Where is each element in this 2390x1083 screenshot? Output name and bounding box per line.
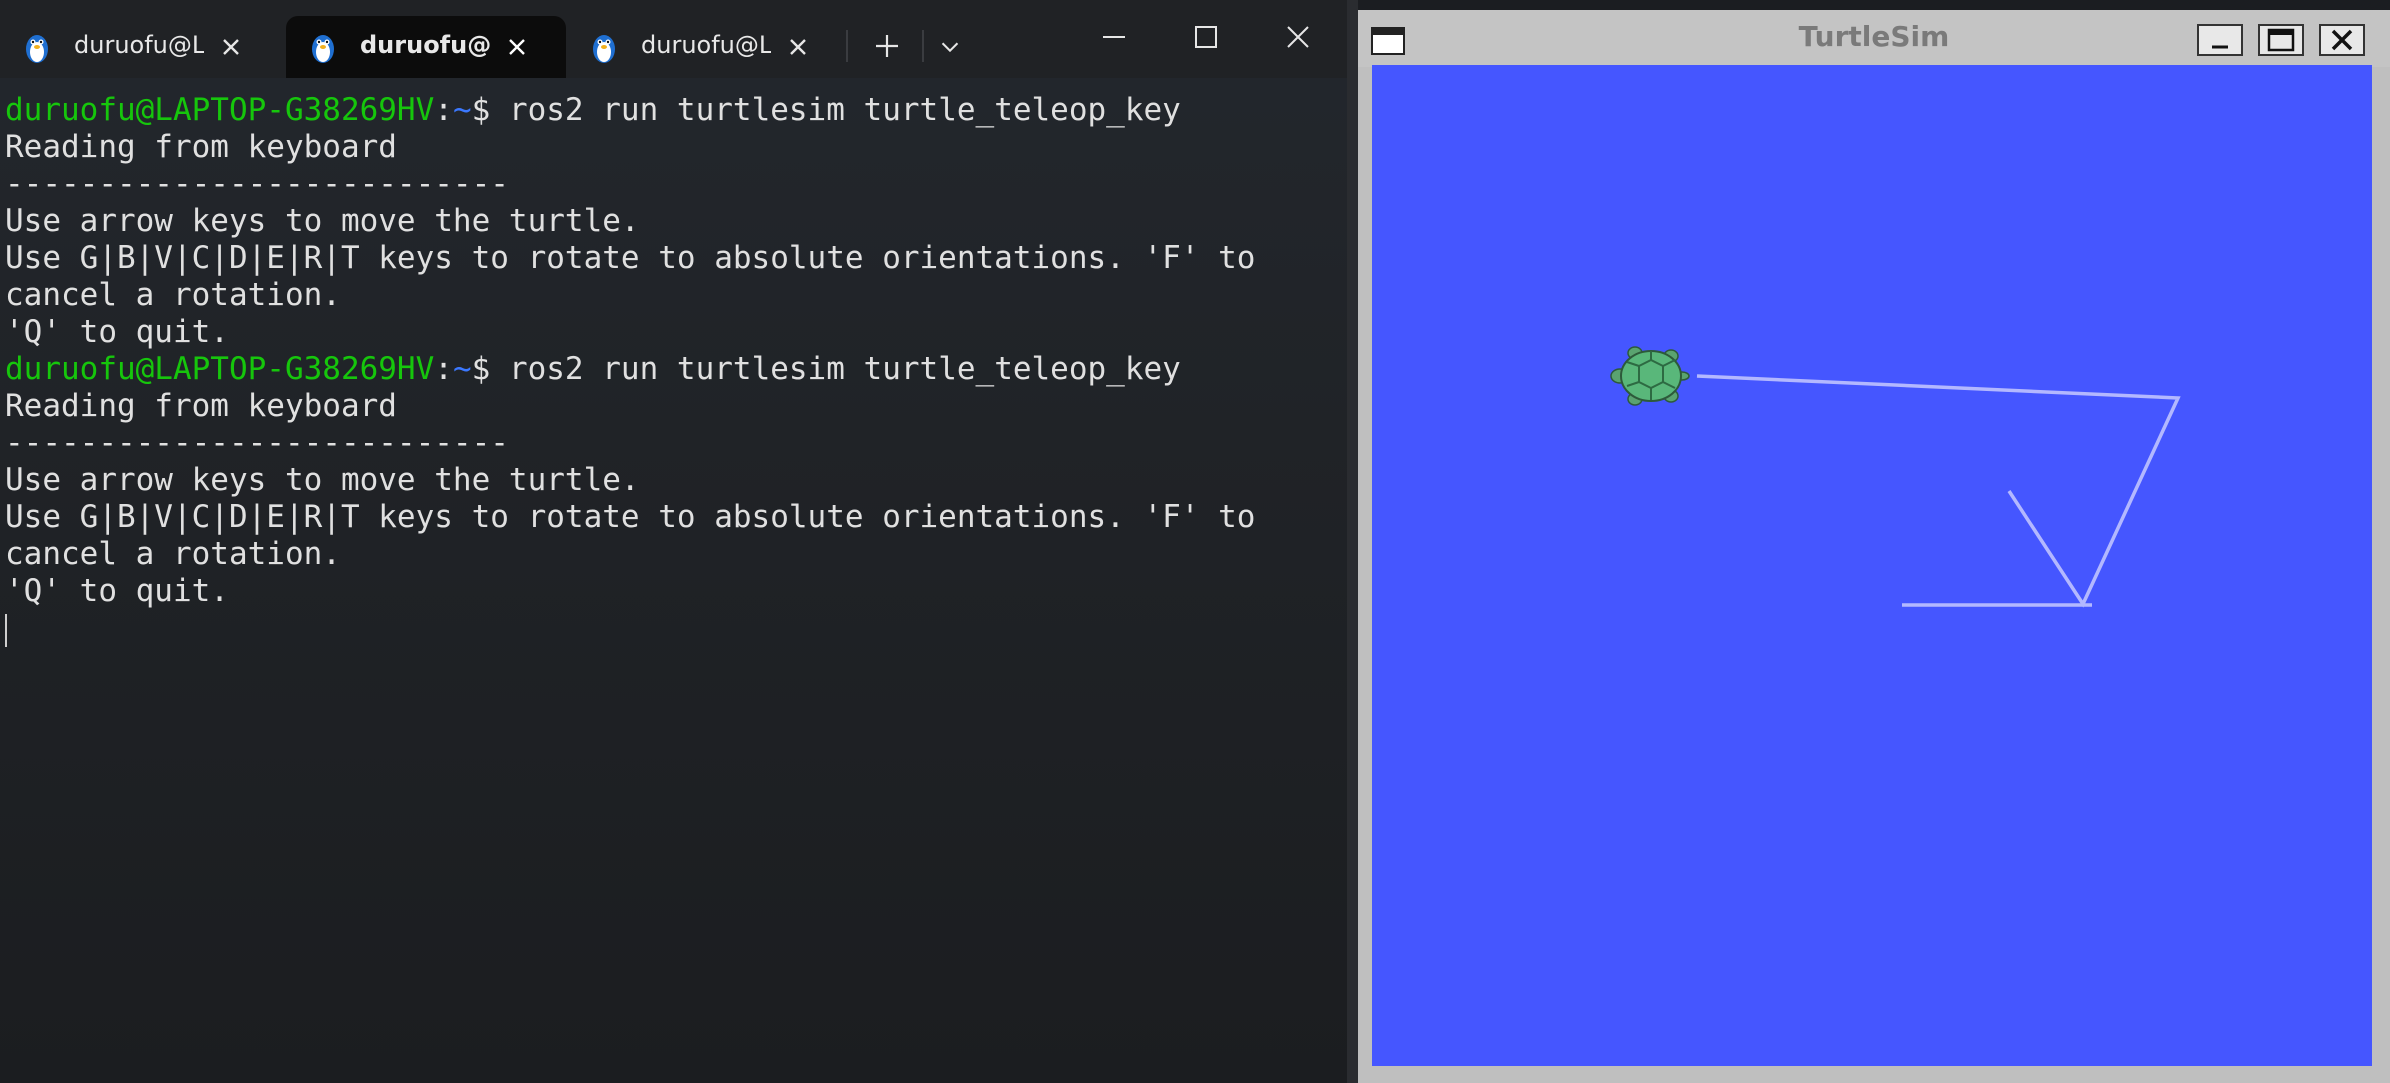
output-line: cancel a rotation. bbox=[5, 536, 341, 572]
output-line: Reading from keyboard bbox=[5, 129, 397, 165]
close-button[interactable] bbox=[2319, 24, 2365, 56]
tab-title: duruofu@LAPTOP-G38269HV bbox=[74, 31, 204, 59]
tab-1[interactable]: duruofu@LAPTOP-G38269HV bbox=[0, 16, 280, 78]
tab-2[interactable]: duruofu@LAPTOP-G38269HV bbox=[286, 16, 566, 78]
output-line: 'Q' to quit. bbox=[5, 573, 229, 609]
maximize-icon bbox=[2267, 28, 2295, 52]
output-line: Use arrow keys to move the turtle. bbox=[5, 203, 640, 239]
turtlesim-window: TurtleSim bbox=[1358, 10, 2390, 1083]
text-cursor bbox=[5, 614, 7, 647]
output-line: Reading from keyboard bbox=[5, 388, 397, 424]
turtle-trail bbox=[1610, 346, 2181, 608]
linux-penguin-icon bbox=[593, 35, 615, 63]
trail-path-1 bbox=[1696, 374, 2181, 608]
chevron-down-icon[interactable] bbox=[936, 33, 964, 61]
turtlesim-canvas bbox=[1372, 65, 2372, 1066]
terminal-window: duruofu@LAPTOP-G38269HV duruofu@LAPTOP-G… bbox=[0, 0, 1347, 1083]
maximize-icon[interactable] bbox=[1191, 22, 1221, 52]
output-line: Use arrow keys to move the turtle. bbox=[5, 462, 640, 498]
minimize-icon bbox=[2212, 45, 2228, 49]
output-line: Use G|B|V|C|D|E|R|T keys to rotate to ab… bbox=[5, 240, 1256, 276]
minimize-icon[interactable] bbox=[1099, 22, 1129, 52]
plus-icon[interactable] bbox=[872, 31, 902, 61]
linux-penguin-icon bbox=[26, 35, 48, 63]
output-line: --------------------------- bbox=[5, 425, 509, 461]
tab-bar: duruofu@LAPTOP-G38269HV duruofu@LAPTOP-G… bbox=[0, 0, 1347, 78]
linux-penguin-icon bbox=[312, 35, 334, 63]
prompt-line: duruofu@LAPTOP-G38269HV:~$ ros2 run turt… bbox=[5, 351, 1181, 387]
maximize-button[interactable] bbox=[2258, 24, 2304, 56]
terminal-output[interactable]: duruofu@LAPTOP-G38269HV:~$ ros2 run turt… bbox=[0, 92, 1347, 1082]
minimize-button[interactable] bbox=[2197, 24, 2243, 56]
output-line: cancel a rotation. bbox=[5, 277, 341, 313]
close-icon[interactable] bbox=[785, 34, 811, 60]
prompt-line: duruofu@LAPTOP-G38269HV:~$ ros2 run turt… bbox=[5, 92, 1181, 128]
tab-title: duruofu@LAPTOP-G38269HV bbox=[641, 31, 771, 59]
window-gap bbox=[1347, 0, 1358, 1083]
close-icon bbox=[2331, 29, 2353, 51]
turtlesim-titlebar[interactable]: TurtleSim bbox=[1358, 10, 2390, 67]
output-line: Use G|B|V|C|D|E|R|T keys to rotate to ab… bbox=[5, 499, 1256, 535]
tab-divider bbox=[846, 30, 848, 62]
tab-3[interactable]: duruofu@LAPTOP-G38269HV bbox=[567, 16, 847, 78]
output-line: 'Q' to quit. bbox=[5, 314, 229, 350]
tab-title: duruofu@LAPTOP-G38269HV bbox=[360, 31, 490, 59]
tab-divider bbox=[922, 30, 924, 62]
close-icon[interactable] bbox=[1283, 22, 1313, 52]
close-icon[interactable] bbox=[504, 34, 530, 60]
turtle-icon bbox=[1610, 346, 1690, 406]
output-line: --------------------------- bbox=[5, 166, 509, 202]
close-icon[interactable] bbox=[218, 34, 244, 60]
